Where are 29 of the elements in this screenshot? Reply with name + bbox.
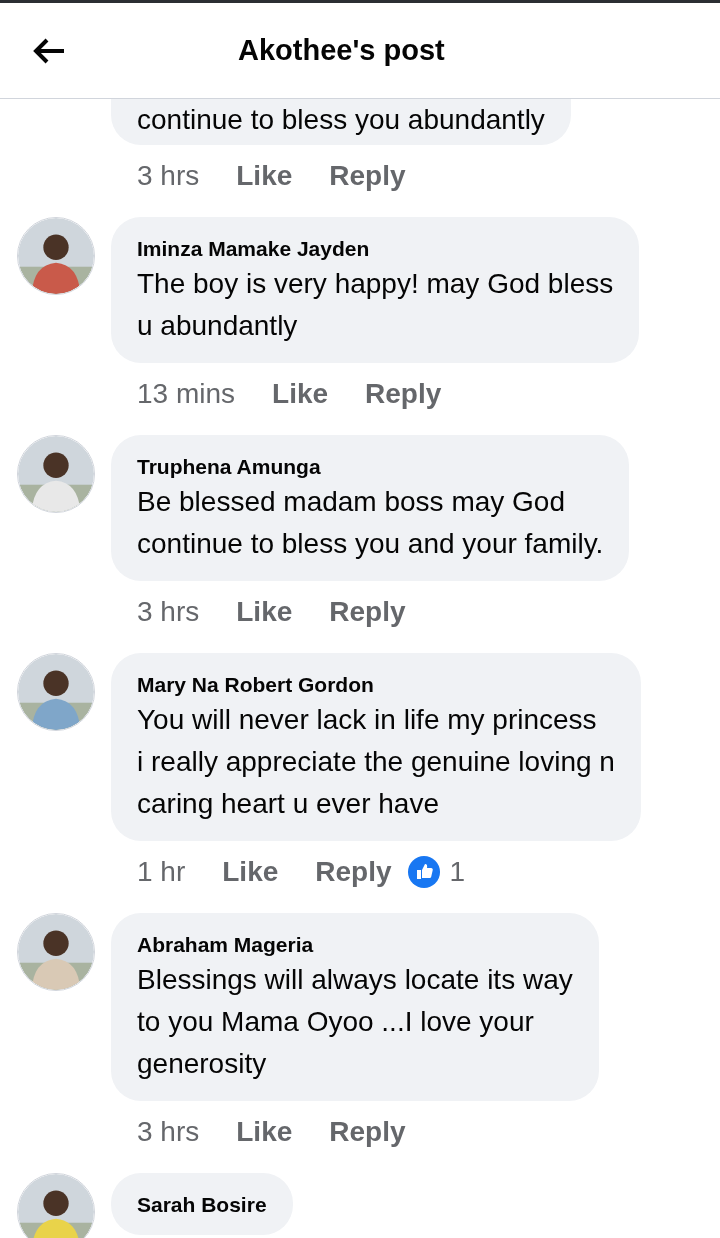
reaction-count: 1: [449, 855, 466, 889]
reply-link[interactable]: Reply: [315, 851, 392, 893]
comment-time: 3 hrs: [137, 595, 200, 629]
commenter-name[interactable]: Truphena Amunga: [137, 453, 604, 481]
commenter-name[interactable]: Sarah Bosire: [137, 1191, 267, 1219]
reply-link[interactable]: Reply: [329, 591, 406, 633]
like-link[interactable]: Like: [236, 591, 293, 633]
comment-text: You will never lack in life my princess i really appreciate the genuine loving n caring heart u ever have: [137, 703, 615, 821]
like-link[interactable]: Like: [222, 851, 279, 893]
comment-text: Blessings will always locate its way to you Mama Oyoo ...I love your generosity: [137, 963, 573, 1081]
like-link[interactable]: Like: [236, 155, 293, 197]
comment-time: 13 mins: [137, 377, 236, 411]
comment-text: Be blessed madam boss may God continue to bless you and your family.: [137, 485, 604, 561]
commenter-name[interactable]: Abraham Mageria: [137, 931, 573, 959]
reply-link[interactable]: Reply: [365, 373, 442, 415]
header-title: Akothee's post: [238, 32, 445, 68]
back-icon[interactable]: [32, 36, 66, 65]
comment-time: 3 hrs: [137, 159, 200, 193]
comment-text: The boy is very happy! may God bless u abundantly: [137, 267, 614, 343]
commenter-name[interactable]: Iminza Mamake Jayden: [137, 235, 614, 263]
reply-link[interactable]: Reply: [329, 155, 406, 197]
comment-time: 3 hrs: [137, 1115, 200, 1149]
commenter-name[interactable]: Mary Na Robert Gordon: [137, 671, 615, 699]
like-link[interactable]: Like: [236, 1111, 293, 1153]
comment-time: 1 hr: [137, 855, 186, 889]
reply-link[interactable]: Reply: [329, 1111, 406, 1153]
comment-text: continue to bless you abundantly: [137, 103, 545, 137]
like-link[interactable]: Like: [272, 373, 329, 415]
like-reaction-icon: [407, 856, 440, 888]
